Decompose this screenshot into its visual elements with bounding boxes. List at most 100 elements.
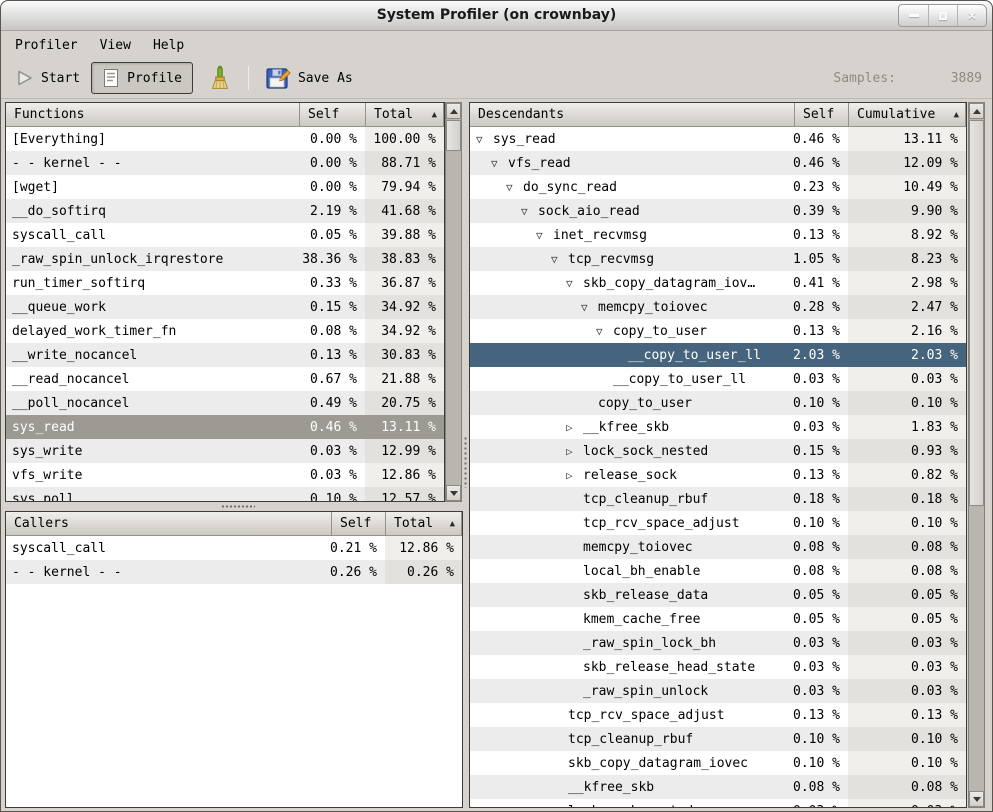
table-row[interactable]: __kfree_skb0.08 %0.08 % <box>470 775 966 799</box>
functions-vertical-scrollbar[interactable] <box>445 102 462 502</box>
table-row[interactable]: - - kernel - -0.26 %0.26 % <box>6 560 462 584</box>
reset-button[interactable] <box>201 60 239 96</box>
function-name: __kfree_skb <box>568 780 654 795</box>
table-row[interactable]: __do_softirq2.19 %41.68 % <box>6 199 444 223</box>
scroll-up-button[interactable] <box>446 103 461 119</box>
self-percent-cell: 0.13 % <box>793 703 848 727</box>
table-row[interactable]: ▽vfs_read0.46 %12.09 % <box>470 151 966 175</box>
scrollbar-thumb[interactable] <box>969 120 984 506</box>
profile-button[interactable]: Profile <box>91 62 193 94</box>
table-row[interactable]: skb_release_data0.05 %0.05 % <box>470 583 966 607</box>
table-row[interactable]: skb_release_head_state0.03 %0.03 % <box>470 655 966 679</box>
column-header-functions[interactable]: Functions <box>6 103 300 127</box>
table-row[interactable]: __queue_work0.15 %34.92 % <box>6 295 444 319</box>
expander-open-icon[interactable]: ▽ <box>476 133 493 146</box>
table-row[interactable]: local_bh_enable0.08 %0.08 % <box>470 559 966 583</box>
save-as-button[interactable]: Save As <box>258 60 360 96</box>
table-row[interactable]: ▽tcp_recvmsg1.05 %8.23 % <box>470 247 966 271</box>
table-row[interactable]: ▷__kfree_skb0.03 %1.83 % <box>470 415 966 439</box>
table-row[interactable]: vfs_write0.03 %12.86 % <box>6 463 444 487</box>
table-row[interactable]: tcp_rcv_space_adjust0.13 %0.13 % <box>470 703 966 727</box>
scroll-up-button[interactable] <box>969 103 984 119</box>
minimize-button[interactable] <box>899 5 928 26</box>
table-row[interactable]: run_timer_softirq0.33 %36.87 % <box>6 271 444 295</box>
function-name-cell: syscall_call <box>6 536 330 560</box>
maximize-button[interactable] <box>928 5 957 26</box>
expander-closed-icon[interactable]: ▷ <box>566 469 583 482</box>
table-row[interactable]: [wget]0.00 %79.94 % <box>6 175 444 199</box>
table-row[interactable]: syscall_call0.21 %12.86 % <box>6 536 462 560</box>
table-row[interactable]: tcp_cleanup_rbuf0.10 %0.10 % <box>470 727 966 751</box>
table-row[interactable]: tcp_cleanup_rbuf0.18 %0.18 % <box>470 487 966 511</box>
profile-label: Profile <box>127 71 182 86</box>
expander-closed-icon[interactable]: ▷ <box>566 445 583 458</box>
tree-indent <box>476 523 566 524</box>
column-header-total[interactable]: Total▲ <box>365 103 444 127</box>
scroll-down-button[interactable] <box>969 791 984 807</box>
expander-open-icon[interactable]: ▽ <box>566 277 583 290</box>
table-row[interactable]: syscall_call0.05 %39.88 % <box>6 223 444 247</box>
expander-open-icon[interactable]: ▽ <box>551 253 568 266</box>
table-row[interactable]: ▽sys_read0.46 %13.11 % <box>470 127 966 151</box>
table-row[interactable]: sys_write0.03 %12.99 % <box>6 439 444 463</box>
functions-list: [Everything]0.00 %100.00 %- - kernel - -… <box>6 127 444 501</box>
table-row[interactable]: _raw_spin_unlock_irqrestore38.36 %38.83 … <box>6 247 444 271</box>
table-row[interactable]: lock_sock_nested0.03 %0.03 % <box>470 799 966 807</box>
self-percent-cell: 0.03 % <box>793 415 848 439</box>
table-row[interactable]: ▽memcpy_toiovec0.28 %2.47 % <box>470 295 966 319</box>
expander-open-icon[interactable]: ▽ <box>581 301 598 314</box>
table-row[interactable]: sys_read0.46 %13.11 % <box>6 415 444 439</box>
column-header-self[interactable]: Self <box>331 512 386 536</box>
column-header-callers[interactable]: Callers <box>6 512 332 536</box>
table-row[interactable]: ▷release_sock0.13 %0.82 % <box>470 463 966 487</box>
table-row[interactable]: ▽inet_recvmsg0.13 %8.92 % <box>470 223 966 247</box>
function-name-cell: __copy_to_user_ll <box>470 343 793 367</box>
column-header-total[interactable]: Total▲ <box>385 512 462 536</box>
table-row[interactable]: __read_nocancel0.67 %21.88 % <box>6 367 444 391</box>
menu-profiler[interactable]: Profiler <box>4 34 89 57</box>
table-row[interactable]: ▽do_sync_read0.23 %10.49 % <box>470 175 966 199</box>
table-row[interactable]: ▽skb_copy_datagram_iov…0.41 %2.98 % <box>470 271 966 295</box>
menu-view[interactable]: View <box>89 34 142 57</box>
expander-open-icon[interactable]: ▽ <box>506 181 523 194</box>
column-header-descendants[interactable]: Descendants <box>470 103 795 127</box>
scrollbar-thumb[interactable] <box>446 120 461 151</box>
table-row[interactable]: ▽sock_aio_read0.39 %9.90 % <box>470 199 966 223</box>
expander-open-icon[interactable]: ▽ <box>596 325 613 338</box>
expander-open-icon[interactable]: ▽ <box>536 229 553 242</box>
table-row[interactable]: sys_poll0.10 %12.57 % <box>6 487 444 501</box>
expander-open-icon[interactable]: ▽ <box>521 205 538 218</box>
function-name: _raw_spin_unlock <box>583 684 708 699</box>
table-row[interactable]: copy_to_user0.10 %0.10 % <box>470 391 966 415</box>
column-header-self[interactable]: Self <box>299 103 366 127</box>
table-row[interactable]: skb_copy_datagram_iovec0.10 %0.10 % <box>470 751 966 775</box>
column-header-self[interactable]: Self <box>794 103 849 127</box>
expander-closed-icon[interactable]: ▷ <box>566 421 583 434</box>
table-row[interactable]: __copy_to_user_ll0.03 %0.03 % <box>470 367 966 391</box>
column-header-cumulative[interactable]: Cumulative▲ <box>848 103 966 127</box>
total-percent-cell: 0.05 % <box>848 583 966 607</box>
title-bar[interactable]: System Profiler (on crownbay) ✕ <box>1 1 992 31</box>
menu-help[interactable]: Help <box>142 34 195 57</box>
table-row[interactable]: tcp_rcv_space_adjust0.10 %0.10 % <box>470 511 966 535</box>
table-row[interactable]: ▽copy_to_user0.13 %2.16 % <box>470 319 966 343</box>
start-button[interactable]: Start <box>9 64 87 92</box>
table-row[interactable]: kmem_cache_free0.05 %0.05 % <box>470 607 966 631</box>
table-row[interactable]: [Everything]0.00 %100.00 % <box>6 127 444 151</box>
table-row[interactable]: __copy_to_user_ll2.03 %2.03 % <box>470 343 966 367</box>
table-row[interactable]: _raw_spin_lock_bh0.03 %0.03 % <box>470 631 966 655</box>
vertical-pane-splitter[interactable] <box>462 102 469 808</box>
expander-open-icon[interactable]: ▽ <box>491 157 508 170</box>
descendants-vertical-scrollbar[interactable] <box>968 102 985 808</box>
table-row[interactable]: memcpy_toiovec0.08 %0.08 % <box>470 535 966 559</box>
table-row[interactable]: _raw_spin_unlock0.03 %0.03 % <box>470 679 966 703</box>
table-row[interactable]: - - kernel - -0.00 %88.71 % <box>6 151 444 175</box>
table-row[interactable]: __poll_nocancel0.49 %20.75 % <box>6 391 444 415</box>
self-percent-cell: 0.08 % <box>298 319 365 343</box>
scroll-down-button[interactable] <box>446 485 461 501</box>
horizontal-pane-splitter[interactable] <box>5 502 463 511</box>
table-row[interactable]: __write_nocancel0.13 %30.83 % <box>6 343 444 367</box>
close-button[interactable]: ✕ <box>957 5 986 26</box>
table-row[interactable]: ▷lock_sock_nested0.15 %0.93 % <box>470 439 966 463</box>
table-row[interactable]: delayed_work_timer_fn0.08 %34.92 % <box>6 319 444 343</box>
